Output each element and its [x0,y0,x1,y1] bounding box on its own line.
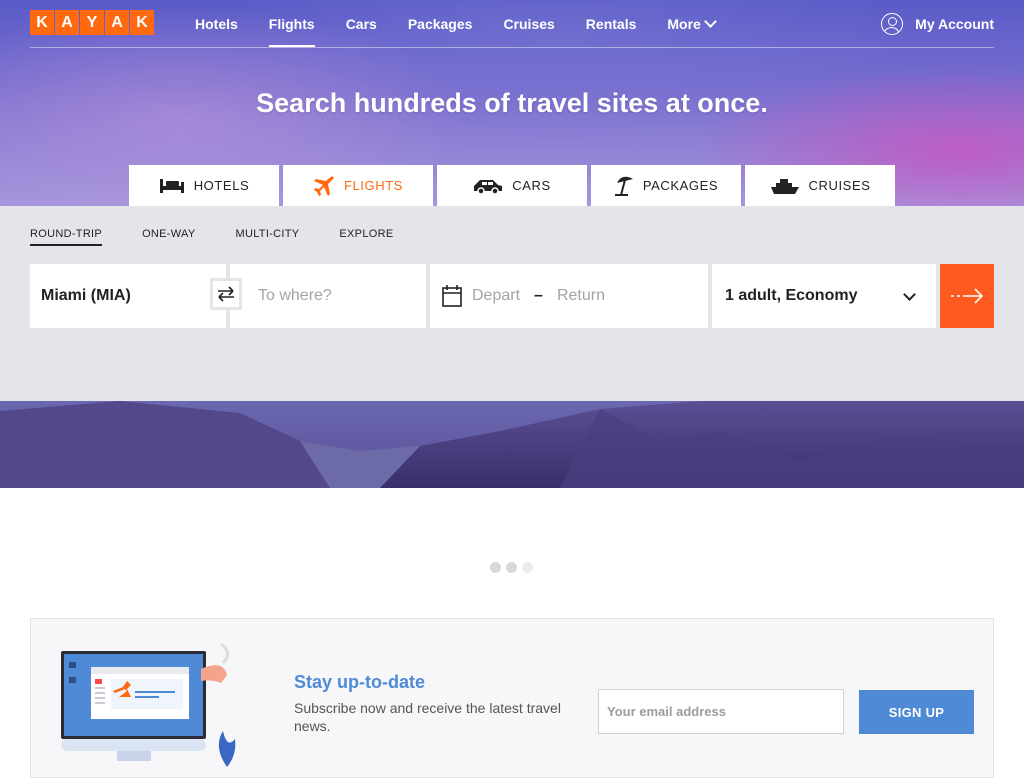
travelers-value: 1 adult, Economy [725,287,858,304]
nav-more-menu[interactable]: More [667,0,717,47]
trip-type-explore[interactable]: EXPLORE [339,228,393,246]
logo-letter: K [30,10,54,35]
tab-packages[interactable]: PACKAGES [591,165,741,206]
main-nav: Hotels Flights Cars Packages Cruises Ren… [195,0,746,47]
chevron-down-icon [703,14,717,28]
email-input[interactable] [598,689,844,734]
trip-type-one-way[interactable]: ONE-WAY [142,228,195,246]
sign-up-button[interactable]: SIGN UP [859,690,974,734]
nav-link-cars[interactable]: Cars [346,0,377,47]
user-icon [881,12,904,35]
carousel-dot[interactable] [490,562,501,573]
mountain-background-image [0,401,1024,488]
arrow-right-icon [951,288,984,304]
vertical-tabs: HOTELS FLIGHTS CARS PACKAGES CRUISES [129,165,899,206]
tab-flights[interactable]: FLIGHTS [283,165,433,206]
tab-cars-label: CARS [512,178,551,193]
calendar-icon [442,285,462,307]
nav-link-hotels[interactable]: Hotels [195,0,238,47]
hero-banner: K A Y A K Hotels Flights Cars Packages C… [0,0,1024,206]
tab-cruises[interactable]: CRUISES [745,165,895,206]
logo-letter: Y [80,10,104,35]
hero-headline: Search hundreds of travel sites at once. [256,88,768,118]
travelers-cabin-select[interactable]: 1 adult, Economy [712,264,936,328]
carousel-dot[interactable] [522,562,533,573]
kayak-logo[interactable]: K A Y A K [30,10,154,35]
newsletter-description: Subscribe now and receive the latest tra… [294,700,561,734]
search-panel: ROUND-TRIP ONE-WAY MULTI-CITY EXPLORE Mi… [0,206,1024,401]
search-button[interactable] [940,264,994,328]
nav-link-flights[interactable]: Flights [268,0,315,47]
swap-airports-button[interactable] [210,278,242,310]
carousel-indicators [490,562,533,573]
nav-link-packages[interactable]: Packages [408,0,473,47]
trip-type-round-trip[interactable]: ROUND-TRIP [30,228,103,246]
return-placeholder: Return [556,287,605,304]
origin-value: Miami (MIA) [41,287,131,304]
airplane-icon [313,175,334,196]
depart-placeholder: Depart [472,287,521,304]
chevron-down-icon [903,287,916,301]
date-range-field[interactable]: Depart – Return [430,264,708,328]
computer-illustration [61,642,236,767]
logo-letter: K [130,10,154,35]
trip-type-multi-city[interactable]: MULTI-CITY [236,228,300,246]
my-account-link[interactable]: My Account [881,0,994,47]
date-separator: – [534,287,543,304]
tab-cars[interactable]: CARS [437,165,587,206]
swap-arrows-icon [218,286,234,302]
tab-cruises-label: CRUISES [808,178,871,193]
origin-field[interactable]: Miami (MIA) [30,264,226,328]
tab-hotels[interactable]: HOTELS [129,165,279,206]
ship-icon [770,178,799,194]
newsletter-section: Stay up-to-date Subscribe now and receiv… [30,618,994,778]
my-account-label: My Account [915,15,994,32]
tab-packages-label: PACKAGES [642,178,719,193]
logo-letter: A [55,10,79,35]
logo-letter: A [105,10,129,35]
trip-type-selector: ROUND-TRIP ONE-WAY MULTI-CITY EXPLORE [30,228,433,246]
top-navigation: K A Y A K Hotels Flights Cars Packages C… [30,0,994,48]
beach-umbrella-icon [614,176,633,196]
nav-link-rentals[interactable]: Rentals [586,0,637,47]
newsletter-title: Stay up-to-date [294,672,426,692]
destination-placeholder: To where? [258,287,332,304]
destination-field[interactable]: To where? [230,264,426,328]
nav-link-cruises[interactable]: Cruises [503,0,554,47]
car-icon [474,179,503,194]
mountain-illustration [0,401,1024,488]
tab-hotels-label: HOTELS [193,178,250,193]
bed-icon [159,178,184,193]
tab-flights-label: FLIGHTS [343,178,404,193]
nav-more-label: More [667,15,701,32]
carousel-dot[interactable] [506,562,517,573]
